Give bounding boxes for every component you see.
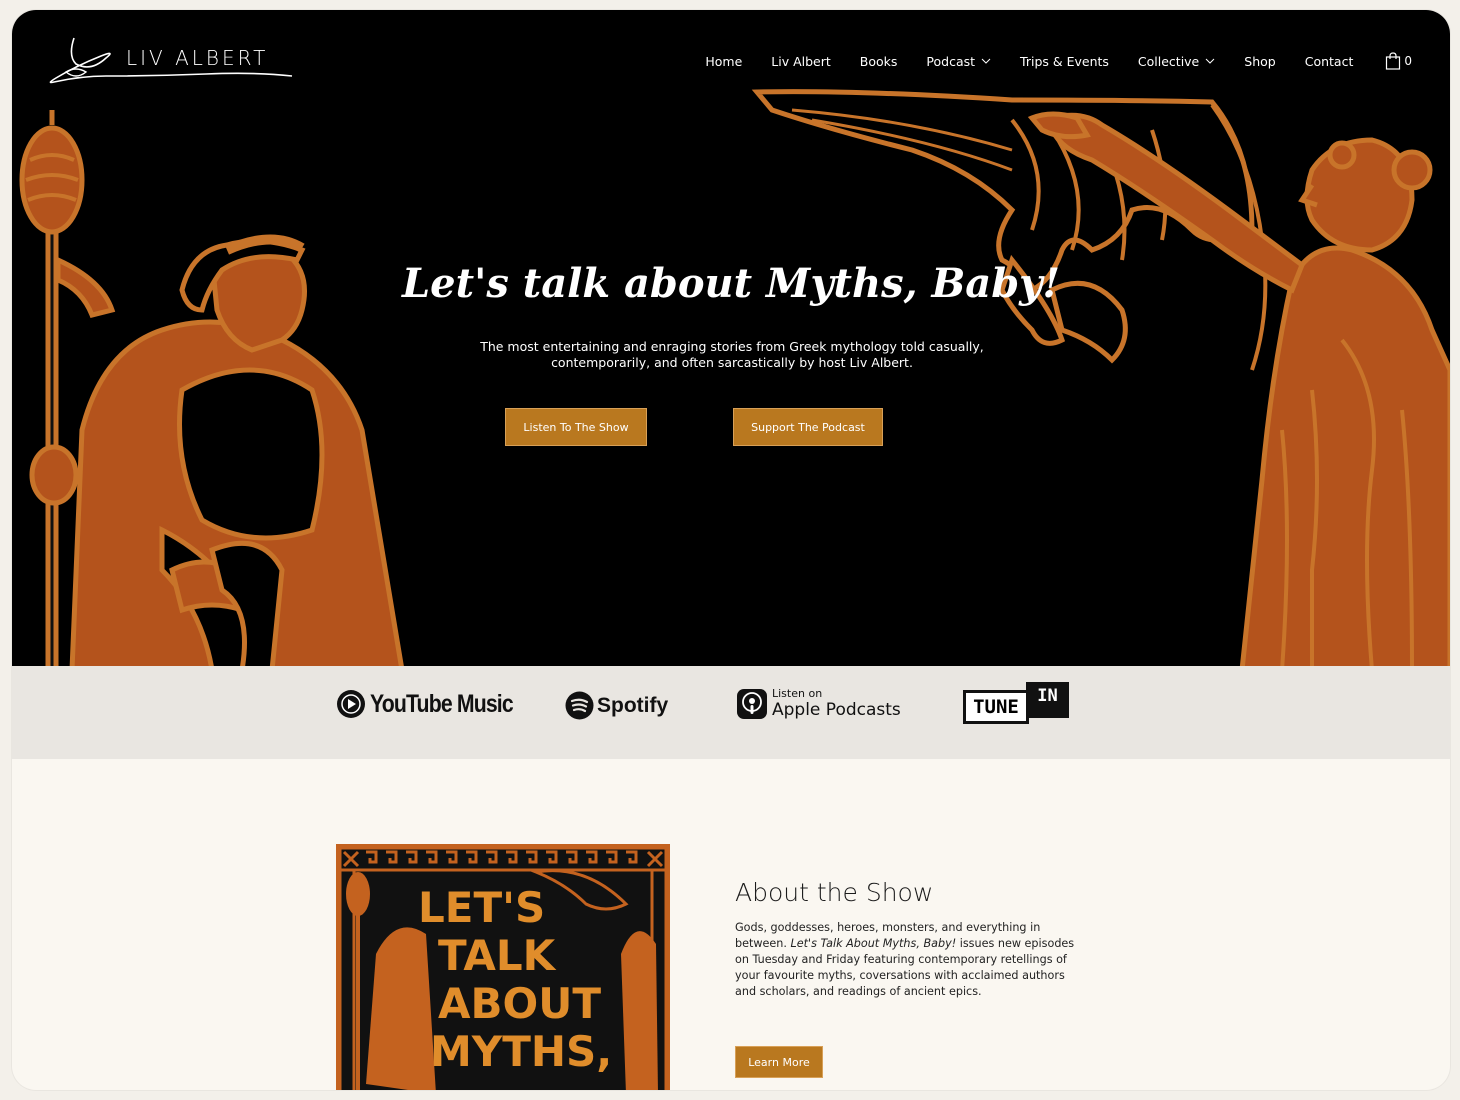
nav-label: Liv Albert xyxy=(771,53,831,69)
brand-logo[interactable]: LIV ALBERT xyxy=(46,36,296,96)
brand-name: LIV ALBERT xyxy=(126,46,269,70)
youtube-music-label: YouTube Music xyxy=(370,689,514,718)
support-podcast-button[interactable]: Support The Podcast xyxy=(733,408,883,446)
cart-button[interactable]: 0 xyxy=(1385,52,1412,70)
nav-item-liv-albert[interactable]: Liv Albert xyxy=(771,54,831,69)
platform-links-bar: YouTube Music Spotify Listen on Apple Po… xyxy=(12,666,1450,759)
nav-item-podcast[interactable]: Podcast xyxy=(926,54,991,69)
apple-podcasts-label: Apple Podcasts xyxy=(772,700,901,720)
spotify-link[interactable]: Spotify xyxy=(565,691,668,720)
listen-to-show-button[interactable]: Listen To The Show xyxy=(505,408,647,446)
shopping-bag-icon xyxy=(1386,52,1401,70)
podcast-cover-art[interactable]: LET'S TALK ABOUT MYTHS, xyxy=(336,844,670,1090)
about-title: About the Show xyxy=(735,878,934,907)
youtube-music-icon xyxy=(337,690,365,718)
nav-label: Podcast xyxy=(926,53,976,69)
main-nav: Home Liv Albert Books Podcast Trips & Ev… xyxy=(676,52,1412,70)
cart-count: 0 xyxy=(1404,54,1412,68)
nav-item-contact[interactable]: Contact xyxy=(1305,54,1354,69)
page-frame: LIV ALBERT Home Liv Albert Books Podcast… xyxy=(12,10,1450,1090)
nav-item-shop[interactable]: Shop xyxy=(1244,54,1275,69)
nav-label: Collective xyxy=(1137,53,1200,69)
nav-label: Shop xyxy=(1244,53,1276,69)
hero-artwork xyxy=(19,89,1450,666)
tunein-in-label: IN xyxy=(1026,682,1069,718)
cover-title-line: TALK xyxy=(438,931,556,980)
nav-item-collective[interactable]: Collective xyxy=(1138,54,1215,69)
apple-podcasts-link[interactable]: Listen on Apple Podcasts xyxy=(736,687,901,720)
nav-label: Contact xyxy=(1304,53,1354,69)
tunein-tune-label: TUNE xyxy=(963,690,1029,724)
about-description: Gods, goddesses, heroes, monsters, and e… xyxy=(735,920,1075,1000)
youtube-music-link[interactable]: YouTube Music xyxy=(336,689,538,719)
nav-label: Trips & Events xyxy=(1020,53,1109,69)
learn-more-button[interactable]: Learn More xyxy=(735,1046,823,1078)
nav-item-trips-events[interactable]: Trips & Events xyxy=(1020,54,1109,69)
cover-title-line: MYTHS, xyxy=(430,1027,613,1076)
chevron-down-icon xyxy=(981,58,991,64)
nav-label: Books xyxy=(859,53,898,69)
hero-section: LIV ALBERT Home Liv Albert Books Podcast… xyxy=(12,10,1450,666)
cover-title-line: ABOUT xyxy=(438,979,601,1028)
spotify-icon xyxy=(565,691,594,720)
chevron-down-icon xyxy=(1205,58,1215,64)
cover-title-line: LET'S xyxy=(418,883,546,932)
about-show-name: Let's Talk About Myths, Baby! xyxy=(790,937,957,950)
spotify-label: Spotify xyxy=(597,693,669,717)
nav-item-home[interactable]: Home xyxy=(705,54,742,69)
nav-item-books[interactable]: Books xyxy=(860,54,898,69)
nav-label: Home xyxy=(705,53,743,69)
apple-podcasts-small-label: Listen on xyxy=(772,687,823,700)
hero-subtitle: The most entertaining and enraging stori… xyxy=(480,339,984,370)
cover-title: LET'S TALK ABOUT MYTHS, xyxy=(414,884,612,1076)
hero-title: Let's talk about Myths, Baby! xyxy=(402,260,1060,307)
apple-podcasts-icon xyxy=(737,688,767,719)
